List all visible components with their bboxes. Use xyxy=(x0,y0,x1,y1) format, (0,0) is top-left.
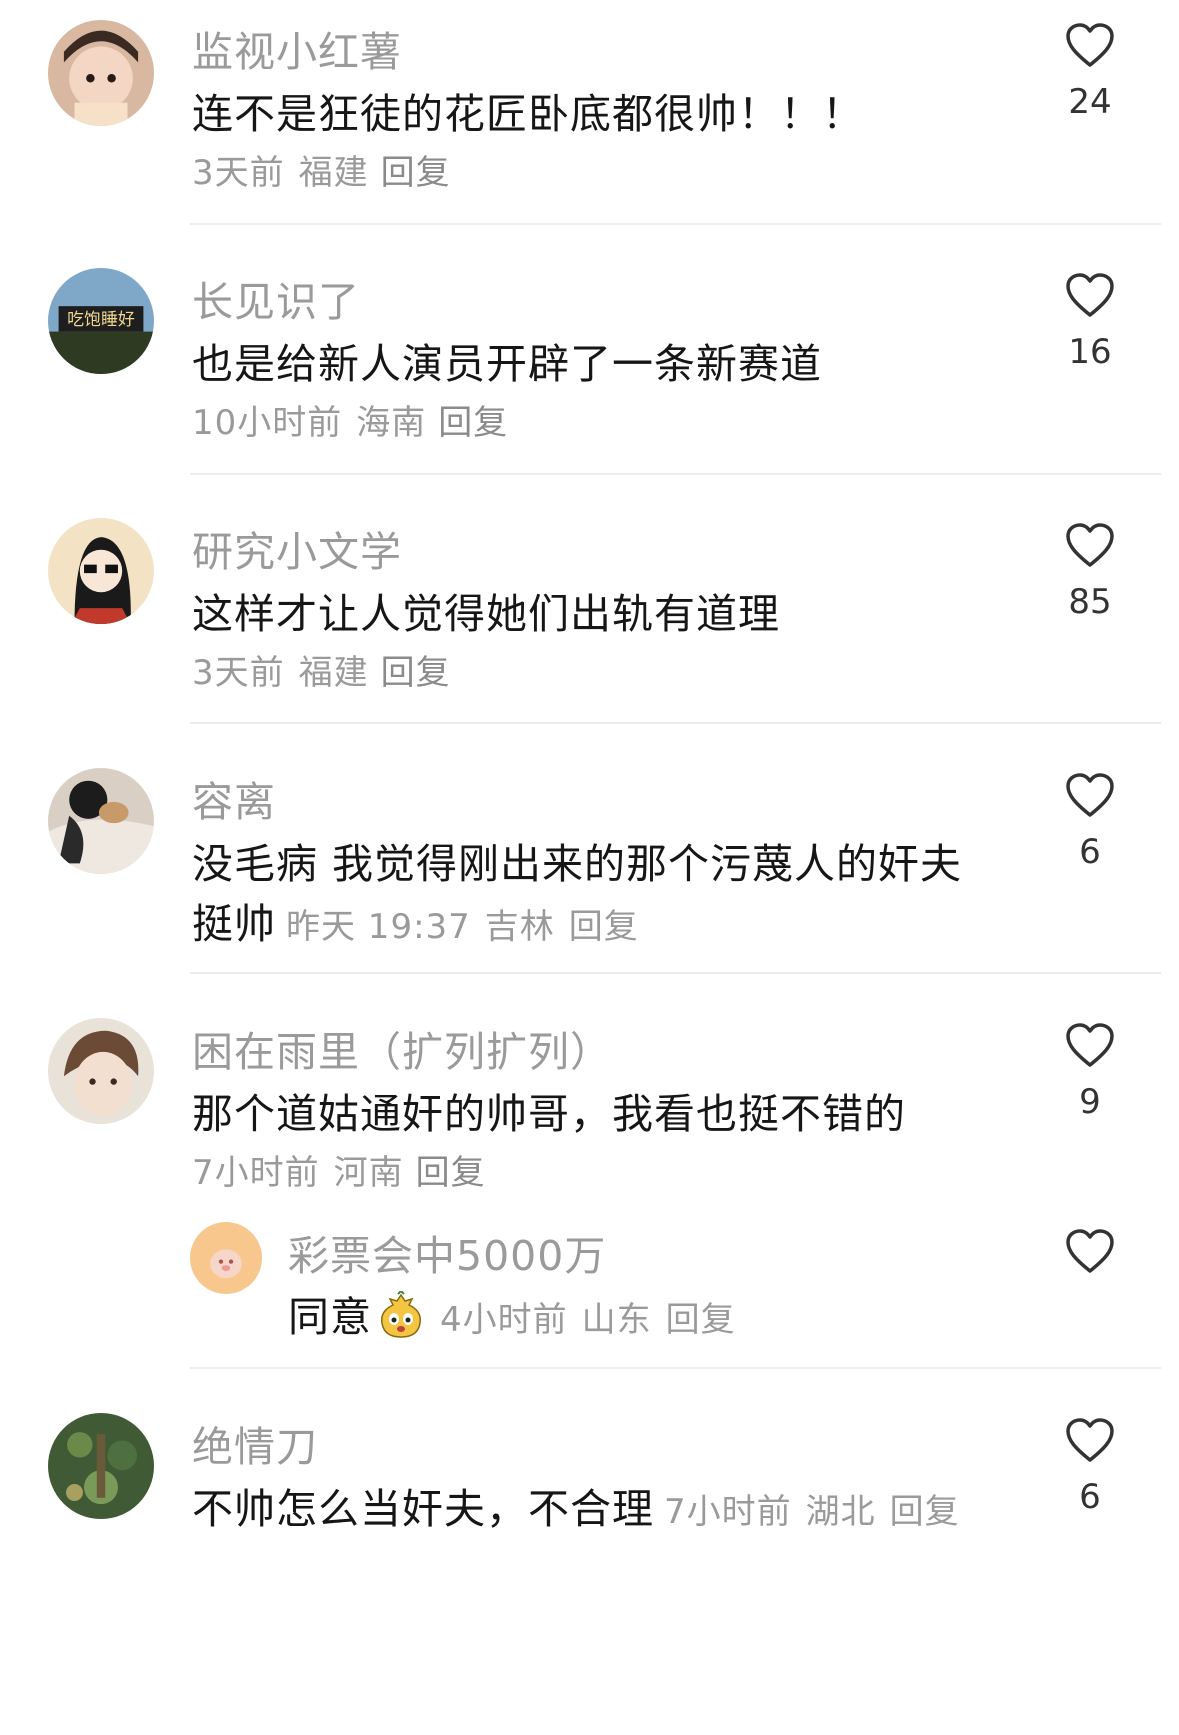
comment-time: 昨天 19:37 xyxy=(286,907,471,947)
user-avatar[interactable] xyxy=(48,1413,154,1519)
comment-meta: 10小时前 海南 回复 xyxy=(192,395,508,444)
comment-meta: 3天前 福建 回复 xyxy=(192,645,451,694)
user-avatar[interactable]: 吃饱睡好 xyxy=(48,268,154,374)
comment-text: 不帅怎么当奸夫，不合理 xyxy=(192,1485,654,1533)
like-button[interactable]: 24 xyxy=(1050,22,1130,122)
username[interactable]: 绝情刀 xyxy=(192,1413,318,1473)
comment-meta: 7小时前 河南 回复 xyxy=(192,1145,486,1194)
reply-button[interactable]: 回复 xyxy=(438,403,508,443)
doge-emoji-icon xyxy=(380,1291,422,1338)
divider xyxy=(190,722,1161,724)
comment-time: 10小时前 xyxy=(192,403,343,443)
user-avatar[interactable] xyxy=(48,768,154,874)
heart-outline-icon xyxy=(1066,273,1114,317)
like-button[interactable]: 6 xyxy=(1050,1417,1130,1517)
reply-button[interactable]: 回复 xyxy=(890,1492,960,1532)
comment-location: 湖北 xyxy=(805,1492,876,1532)
comment-text: 没毛病 我觉得刚出来的那个污蔑人的奸夫 xyxy=(192,840,963,888)
reply-button[interactable]: 回复 xyxy=(381,153,451,193)
reply-meta: 4小时前 山东 回复 xyxy=(440,1300,736,1340)
comment-meta: 7小时前 湖北 回复 xyxy=(664,1492,960,1532)
reply-button[interactable]: 回复 xyxy=(381,653,451,693)
username[interactable]: 困在雨里（扩列扩列） xyxy=(192,1018,612,1078)
username[interactable]: 研究小文学 xyxy=(192,518,402,578)
comment-time: 3天前 xyxy=(192,153,285,193)
divider xyxy=(190,473,1161,475)
comment-location: 福建 xyxy=(298,653,369,693)
reply-button[interactable]: 回复 xyxy=(416,1153,486,1193)
like-count: 85 xyxy=(1068,582,1112,622)
divider xyxy=(190,1367,1161,1369)
comment-location: 海南 xyxy=(356,403,427,443)
divider xyxy=(190,972,1161,974)
comment-meta: 3天前 福建 回复 xyxy=(192,145,451,194)
user-avatar[interactable] xyxy=(48,20,154,126)
comment-text-line: 不帅怎么当奸夫，不合理 7小时前 湖北 回复 xyxy=(192,1475,960,1535)
comment-location: 河南 xyxy=(333,1153,404,1193)
like-button[interactable]: 85 xyxy=(1050,522,1130,622)
like-count: 9 xyxy=(1079,1082,1101,1122)
comment-text: 也是给新人演员开辟了一条新赛道 xyxy=(192,340,822,388)
reply-location: 山东 xyxy=(581,1300,652,1340)
comment-text: 连不是狂徒的花匠卧底都很帅！！！ xyxy=(192,90,864,138)
heart-outline-icon xyxy=(1066,1229,1114,1273)
avatar-banner-text: 吃饱睡好 xyxy=(67,309,135,329)
comment-time: 7小时前 xyxy=(192,1153,320,1193)
comment-time: 7小时前 xyxy=(664,1492,792,1532)
user-avatar[interactable] xyxy=(48,1018,154,1124)
like-button[interactable]: 9 xyxy=(1050,1022,1130,1122)
reply-username[interactable]: 彩票会中5000万 xyxy=(288,1222,606,1282)
username[interactable]: 监视小红薯 xyxy=(192,18,402,78)
like-count: 16 xyxy=(1068,332,1112,372)
reply-time: 4小时前 xyxy=(440,1300,568,1340)
reply-button[interactable]: 回复 xyxy=(666,1300,736,1340)
divider xyxy=(190,223,1161,225)
reply-text: 同意 xyxy=(288,1293,372,1341)
comment-text-continued: 挺帅 xyxy=(192,900,276,948)
comment-location: 福建 xyxy=(298,153,369,193)
like-button[interactable]: 16 xyxy=(1050,272,1130,372)
heart-outline-icon xyxy=(1066,523,1114,567)
like-count: 24 xyxy=(1068,82,1112,122)
like-count: 6 xyxy=(1079,1477,1101,1517)
heart-outline-icon xyxy=(1066,773,1114,817)
comment-time: 3天前 xyxy=(192,653,285,693)
reply-user-avatar[interactable] xyxy=(190,1222,262,1294)
comment-location: 吉林 xyxy=(484,907,555,947)
comment-text-line2: 挺帅 昨天 19:37 吉林 回复 xyxy=(192,890,639,950)
user-avatar[interactable] xyxy=(48,518,154,624)
heart-outline-icon xyxy=(1066,1418,1114,1462)
like-count: 6 xyxy=(1079,832,1101,872)
like-button[interactable]: 6 xyxy=(1050,772,1130,872)
comment-meta: 昨天 19:37 吉林 回复 xyxy=(286,907,639,947)
comment-text: 那个道姑通奸的帅哥，我看也挺不错的 xyxy=(192,1090,906,1138)
username[interactable]: 容离 xyxy=(192,768,276,828)
heart-outline-icon xyxy=(1066,1023,1114,1067)
comment-text: 这样才让人觉得她们出轨有道理 xyxy=(192,590,780,638)
heart-outline-icon xyxy=(1066,23,1114,67)
like-button[interactable] xyxy=(1050,1228,1130,1274)
reply-text-line: 同意 4小时前 山东 回复 xyxy=(288,1283,736,1343)
reply-button[interactable]: 回复 xyxy=(569,907,639,947)
username[interactable]: 长见识了 xyxy=(192,268,360,328)
